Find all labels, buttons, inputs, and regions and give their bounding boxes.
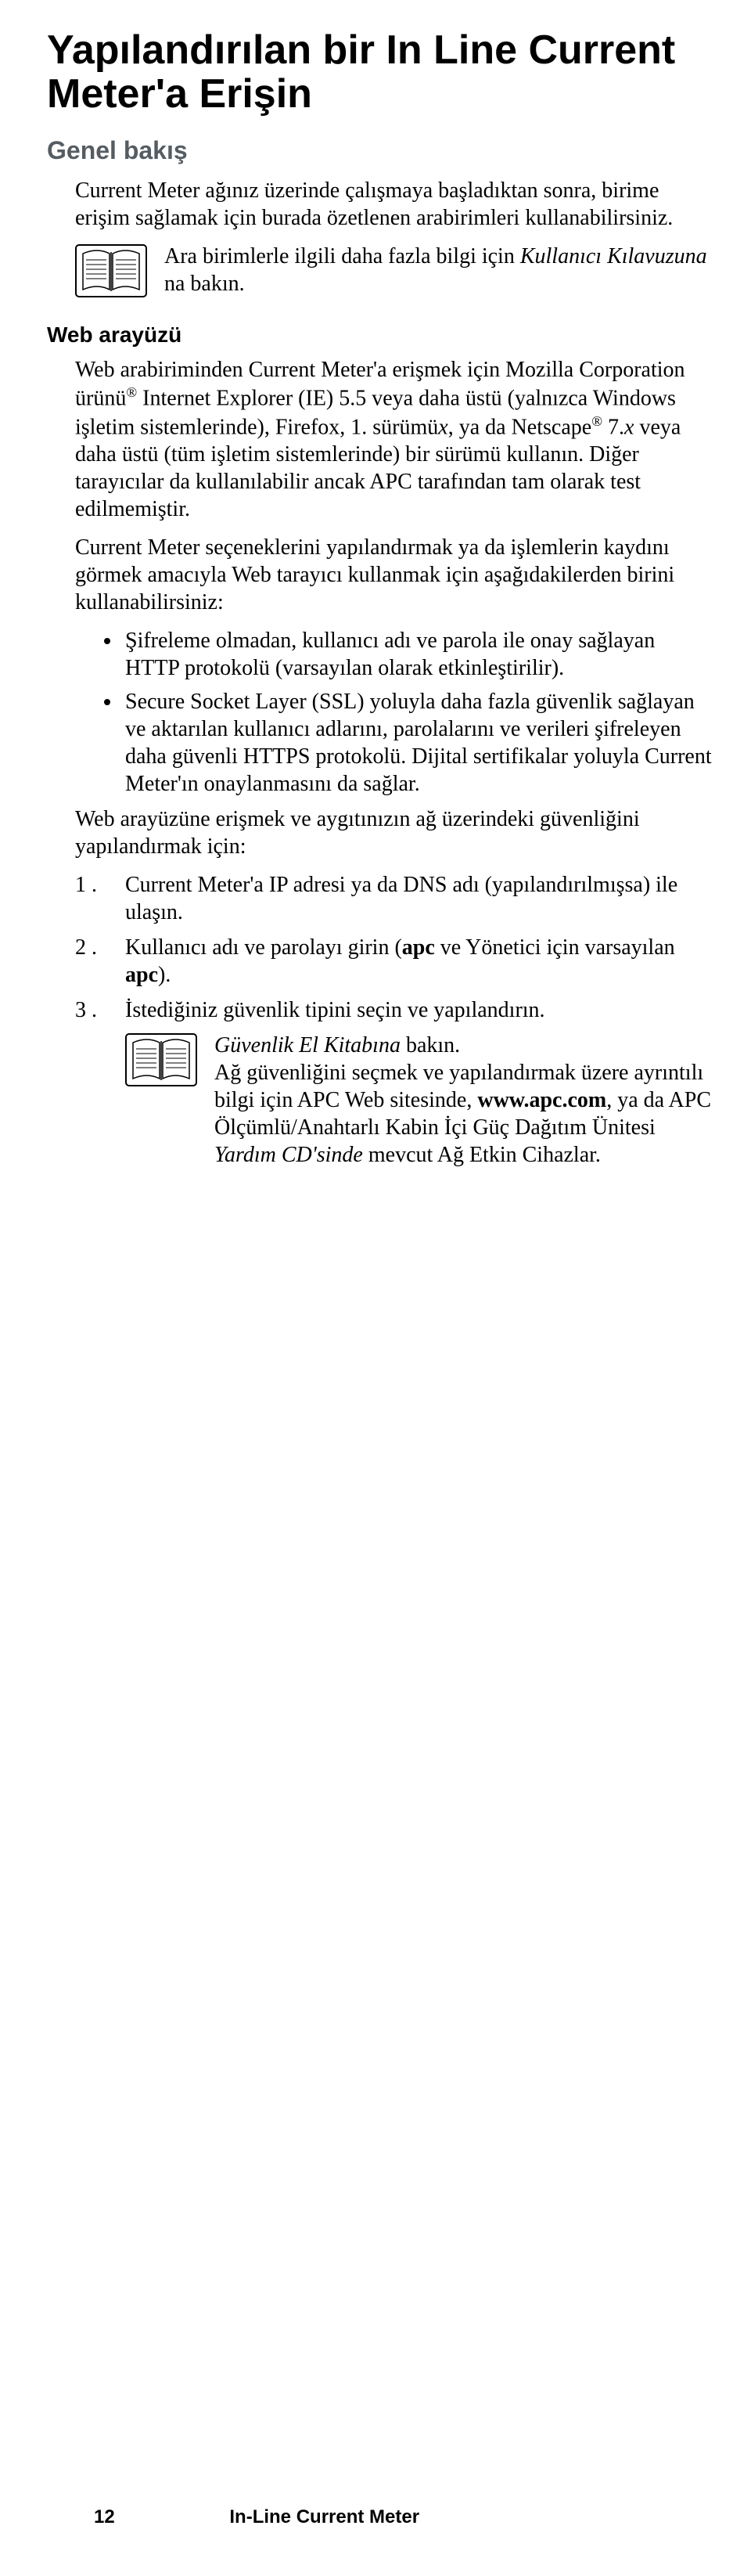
protocol-list: Şifreleme olmadan, kullanıcı adı ve paro… [122, 627, 713, 798]
list-item: Current Meter'a IP adresi ya da DNS adı … [75, 871, 713, 926]
steps-list: Current Meter'a IP adresi ya da DNS adı … [75, 871, 713, 1024]
web-paragraph-2: Current Meter seçeneklerini yapılandırma… [75, 534, 713, 616]
step2-apc1: apc [402, 935, 435, 960]
step2-b: ve Yönetici için varsayılan [435, 935, 675, 960]
step2-apc2: apc [125, 963, 158, 987]
note1-a: Ara birimlerle ilgili daha fazla bilgi i… [164, 244, 520, 268]
note1-c: na bakın. [164, 272, 245, 296]
web-paragraph-3: Web arayüzüne erişmek ve aygıtınızın ağ … [75, 805, 713, 860]
section-web-heading: Web arayüzü [47, 321, 713, 348]
page-number: 12 [94, 2506, 115, 2529]
p1-c: , ya da Netscape [448, 415, 591, 439]
section-general-heading: Genel bakış [47, 135, 713, 166]
note1-b: Kullanıcı Kılavuzuna [520, 244, 707, 268]
p1-x2: x [624, 415, 634, 439]
list-item: Şifreleme olmadan, kullanıcı adı ve paro… [122, 627, 713, 682]
p1-x1: x [438, 415, 447, 439]
web-paragraph-1: Web arabiriminden Current Meter'a erişme… [75, 356, 713, 523]
note-security-guide: Güvenlik El Kitabına bakın. Ağ güvenliği… [125, 1032, 713, 1169]
p1-d: 7. [602, 415, 624, 439]
reg-1: ® [126, 384, 137, 400]
note-user-guide-text: Ara birimlerle ilgili daha fazla bilgi i… [164, 243, 713, 297]
reg-2: ® [591, 413, 602, 429]
note2-cd: Yardım CD'sinde [214, 1143, 363, 1167]
note2-b: bakın. [401, 1033, 460, 1057]
list-item: Secure Socket Layer (SSL) yoluyla daha f… [122, 688, 713, 798]
note-security-text: Güvenlik El Kitabına bakın. Ağ güvenliği… [214, 1032, 713, 1169]
page-title: Yapılandırılan bir In Line Current Meter… [47, 28, 713, 116]
step2-a: Kullanıcı adı ve parolayı girin ( [125, 935, 402, 960]
general-paragraph: Current Meter ağınız üzerinde çalışmaya … [75, 177, 713, 232]
step2-c: ). [158, 963, 171, 987]
note2-rest-c: mevcut Ağ Etkin Cihazlar. [363, 1143, 601, 1167]
note-user-guide: Ara birimlerle ilgili daha fazla bilgi i… [75, 243, 713, 297]
list-item: İstediğiniz güvenlik tipini seçin ve yap… [75, 996, 713, 1024]
book-icon [125, 1033, 197, 1086]
book-icon [75, 244, 147, 297]
list-item: Kullanıcı adı ve parolayı girin (apc ve … [75, 934, 713, 989]
note2-site: www.apc.com [477, 1088, 606, 1112]
note2-a: Güvenlik El Kitabına [214, 1033, 401, 1057]
page-footer: 12 In-Line Current Meter [94, 2506, 676, 2529]
